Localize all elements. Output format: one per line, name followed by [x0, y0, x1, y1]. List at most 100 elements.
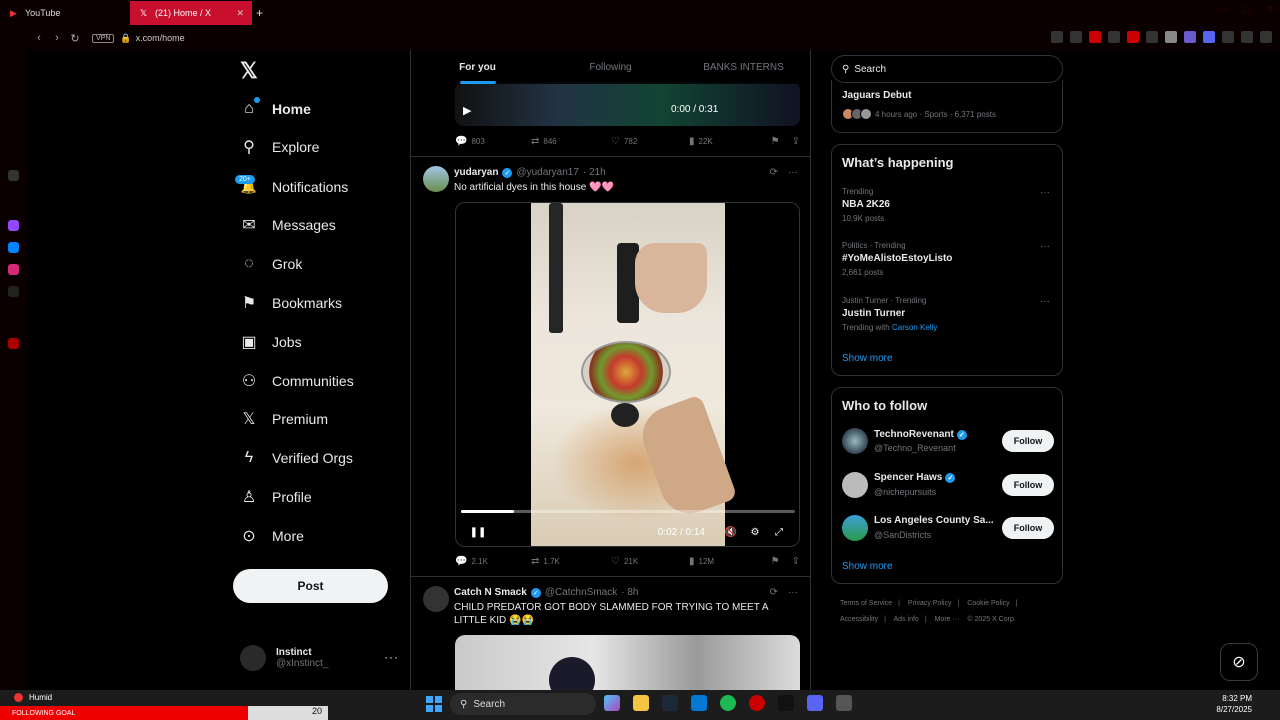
close-window-icon[interactable]: ✕	[1266, 4, 1274, 15]
puzzle-icon[interactable]	[1222, 31, 1234, 43]
nav-grok[interactable]: ◌ Grok	[240, 249, 302, 279]
footer-link-accessibility[interactable]: Accessibility	[840, 616, 878, 623]
maximize-icon[interactable]: ▢	[1242, 4, 1251, 15]
like-button[interactable]: ♡ 21K	[611, 556, 689, 567]
follow-user-name[interactable]: Los Angeles County Sa...	[874, 515, 994, 526]
bookmark-icon[interactable]: ⚑	[771, 556, 780, 567]
minimize-icon[interactable]: —	[1218, 4, 1228, 15]
footer-link-more[interactable]: More ···	[935, 616, 960, 623]
show-more-link[interactable]: Show more	[842, 561, 893, 572]
tab-following[interactable]: Following	[544, 50, 677, 84]
video-progress-bar[interactable]	[461, 510, 795, 513]
url-field[interactable]: x.com/home	[136, 33, 185, 43]
tab-for-you[interactable]: For you	[411, 50, 544, 84]
steam-icon[interactable]	[662, 695, 678, 711]
back-icon[interactable]: ‹	[30, 32, 48, 44]
reply-button[interactable]: 💬 803	[455, 136, 531, 147]
follow-button[interactable]: Follow	[1002, 430, 1054, 452]
extension-icon[interactable]	[1203, 31, 1215, 43]
discord-icon[interactable]	[807, 695, 823, 711]
sidebar-app-icon[interactable]	[8, 338, 19, 349]
trend-name[interactable]: Justin Turner	[842, 308, 905, 319]
twitch-icon[interactable]	[8, 220, 19, 231]
tradingview-icon[interactable]	[778, 695, 794, 711]
settings-icon[interactable]: ⚙	[743, 527, 767, 538]
more-icon[interactable]: ···	[1040, 296, 1050, 307]
more-icon[interactable]: ···	[1040, 241, 1050, 252]
sidebar-app-icon[interactable]	[8, 170, 19, 181]
author-name[interactable]: Catch N Smack	[454, 587, 527, 598]
menu-icon[interactable]	[1260, 31, 1272, 43]
follow-user-name[interactable]: Spencer Haws ✓	[874, 472, 956, 483]
more-icon[interactable]: ···	[1040, 187, 1050, 198]
play-icon[interactable]: ▶	[463, 104, 471, 117]
avatar[interactable]	[423, 166, 449, 192]
extension-icon[interactable]	[1184, 31, 1196, 43]
reply-button[interactable]: 💬 2.1K	[455, 556, 531, 567]
share-icon[interactable]: ⇪	[792, 136, 800, 147]
app-icon[interactable]	[836, 695, 852, 711]
extension-icon[interactable]	[1165, 31, 1177, 43]
x-icon[interactable]	[8, 286, 19, 297]
share-icon[interactable]: ⇪	[792, 556, 800, 567]
more-icon[interactable]: ···	[788, 587, 798, 598]
follow-user-name[interactable]: TechnoRevenant ✓	[874, 429, 967, 440]
weather-widget[interactable]: Humid	[14, 693, 52, 702]
nav-notifications[interactable]: 🔔 Notifications	[240, 172, 348, 202]
tab-banks-interns[interactable]: BANKS INTERNS	[677, 50, 810, 84]
windows-start-icon[interactable]	[426, 696, 442, 717]
copilot-icon[interactable]	[604, 695, 620, 711]
forward-icon[interactable]: ›	[48, 32, 66, 44]
views-button[interactable]: ▮ 12M	[689, 556, 765, 567]
avatar[interactable]	[423, 586, 449, 612]
outlook-icon[interactable]	[691, 695, 707, 711]
footer-link-cookie[interactable]: Cookie Policy	[967, 600, 1009, 607]
tab-youtube[interactable]: ▶ YouTube	[0, 1, 128, 25]
x-logo-icon[interactable]: 𝕏	[240, 58, 258, 84]
nav-home[interactable]: ⌂ Home	[240, 94, 311, 124]
post-button[interactable]: Post	[233, 569, 388, 603]
reload-icon[interactable]: ↻	[66, 32, 84, 45]
grok-explain-icon[interactable]: ⟳	[770, 167, 778, 178]
messenger-icon[interactable]	[8, 242, 19, 253]
avatar[interactable]	[842, 428, 868, 454]
screenshot-icon[interactable]	[1070, 31, 1082, 43]
new-tab-button[interactable]: +	[256, 6, 263, 20]
taskbar-search[interactable]: ⚲ Search	[450, 693, 596, 715]
instagram-icon[interactable]	[8, 264, 19, 275]
nav-explore[interactable]: ⚲ Explore	[240, 132, 319, 162]
trend-name[interactable]: NBA 2K26	[842, 199, 890, 210]
play-icon[interactable]	[1108, 31, 1120, 43]
bookmark-icon[interactable]: ⚑	[771, 136, 780, 147]
nav-profile[interactable]: ♙ Profile	[240, 482, 312, 512]
show-more-link[interactable]: Show more	[842, 353, 893, 364]
footer-link-ads-info[interactable]: Ads info	[894, 616, 919, 623]
grok-chat-button[interactable]: ⊘	[1220, 643, 1258, 681]
repost-button[interactable]: ⇄ 846	[531, 136, 611, 147]
nav-premium[interactable]: 𝕏 Premium	[240, 404, 328, 434]
follow-button[interactable]: Follow	[1002, 474, 1054, 496]
opera-icon[interactable]	[749, 695, 765, 711]
pause-icon[interactable]: ❚❚	[466, 527, 490, 538]
mute-icon[interactable]	[1146, 31, 1158, 43]
account-switcher[interactable]: Instinct @xInstinct_	[240, 645, 328, 671]
tweet-image[interactable]	[455, 635, 800, 690]
account-more-icon[interactable]: ···	[384, 650, 399, 664]
author-handle[interactable]: @yudaryan17	[516, 167, 578, 178]
spotify-icon[interactable]	[720, 695, 736, 711]
author-handle[interactable]: @CatchnSmack	[545, 587, 617, 598]
nav-more[interactable]: ⊙ More	[240, 521, 304, 551]
trend-related-link[interactable]: Carson Kelly	[892, 323, 937, 332]
download-icon[interactable]	[1241, 31, 1253, 43]
avatar[interactable]	[842, 472, 868, 498]
tab-x-home[interactable]: 𝕏 (21) Home / X ✕	[130, 1, 252, 25]
more-icon[interactable]: ···	[788, 167, 798, 178]
bookmark-icon[interactable]	[1051, 31, 1063, 43]
grok-explain-icon[interactable]: ⟳	[770, 587, 778, 598]
trend-card[interactable]: Jaguars Debut 4 hours ago · Sports · 6,3…	[831, 80, 1063, 133]
tweet-time[interactable]: · 21h	[583, 167, 606, 178]
close-tab-icon[interactable]: ✕	[236, 8, 244, 19]
fullscreen-icon[interactable]: ⤢	[767, 527, 791, 538]
footer-link-privacy[interactable]: Privacy Policy	[908, 600, 952, 607]
repost-button[interactable]: ⇄ 1.7K	[531, 556, 611, 567]
